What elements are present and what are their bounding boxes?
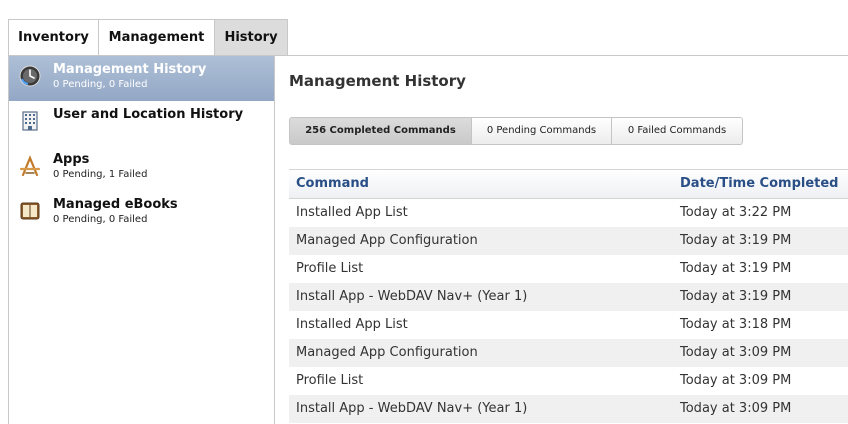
page-title: Management History [289, 72, 466, 90]
sidebar-item-apps[interactable]: Apps 0 Pending, 1 Failed [9, 146, 274, 191]
command-cell: Installed App List [296, 317, 408, 332]
datetime-cell: Today at 3:09 PM [680, 373, 792, 388]
table-row[interactable]: Installed App List Today at 3:22 PM [289, 199, 848, 227]
command-cell: Managed App Configuration [296, 233, 478, 248]
table-row[interactable]: Installed App List Today at 3:18 PM [289, 311, 848, 339]
command-cell: Profile List [296, 261, 364, 276]
sidebar-item-managed-ebooks[interactable]: Managed eBooks 0 Pending, 0 Failed [9, 191, 274, 236]
failed-commands-button[interactable]: 0 Failed Commands [611, 117, 743, 145]
table-row[interactable]: Profile List Today at 3:19 PM [289, 255, 848, 283]
column-header-datetime[interactable]: Date/Time Completed [680, 170, 839, 198]
building-icon [22, 111, 38, 131]
datetime-cell: Today at 3:18 PM [680, 317, 792, 332]
command-cell: Install App - WebDAV Nav+ (Year 1) [296, 401, 528, 416]
pending-commands-button[interactable]: 0 Pending Commands [471, 117, 612, 145]
management-history-icon [19, 65, 41, 87]
book-icon [20, 202, 40, 220]
datetime-cell: Today at 3:19 PM [680, 289, 792, 304]
tab-inventory[interactable]: Inventory [8, 19, 99, 55]
sidebar-item-subtitle: 0 Pending, 0 Failed [53, 214, 148, 225]
table-row[interactable]: Managed App Configuration Today at 3:19 … [289, 227, 848, 255]
sidebar-item-subtitle: 0 Pending, 0 Failed [53, 79, 148, 90]
commands-table: Command Date/Time Completed Installed Ap… [289, 169, 848, 423]
command-cell: Installed App List [296, 205, 408, 220]
sidebar-item-title: Apps [53, 152, 90, 167]
sidebar-item-subtitle: 0 Pending, 1 Failed [53, 169, 148, 180]
sidebar: Management History 0 Pending, 0 Failed U… [8, 55, 275, 424]
sidebar-item-management-history[interactable]: Management History 0 Pending, 0 Failed [9, 56, 274, 101]
sidebar-item-title: Managed eBooks [53, 197, 178, 212]
command-cell: Managed App Configuration [296, 345, 478, 360]
app-store-icon [19, 155, 41, 177]
tab-management[interactable]: Management [98, 19, 215, 55]
table-row[interactable]: Install App - WebDAV Nav+ (Year 1) Today… [289, 283, 848, 311]
table-row[interactable]: Install App - WebDAV Nav+ (Year 1) Today… [289, 395, 848, 423]
column-header-command[interactable]: Command [296, 170, 369, 198]
command-cell: Profile List [296, 373, 364, 388]
table-row[interactable]: Managed App Configuration Today at 3:09 … [289, 339, 848, 367]
datetime-cell: Today at 3:09 PM [680, 401, 792, 416]
sidebar-item-user-location-history[interactable]: User and Location History [9, 101, 274, 146]
datetime-cell: Today at 3:19 PM [680, 233, 792, 248]
datetime-cell: Today at 3:22 PM [680, 205, 792, 220]
datetime-cell: Today at 3:19 PM [680, 261, 792, 276]
command-cell: Install App - WebDAV Nav+ (Year 1) [296, 289, 528, 304]
tab-history[interactable]: History [214, 19, 288, 55]
datetime-cell: Today at 3:09 PM [680, 345, 792, 360]
completed-commands-button[interactable]: 256 Completed Commands [289, 117, 472, 145]
sidebar-item-title: User and Location History [53, 107, 244, 122]
table-row[interactable]: Profile List Today at 3:09 PM [289, 367, 848, 395]
table-header: Command Date/Time Completed [289, 170, 848, 199]
sidebar-item-title: Management History [53, 62, 207, 77]
tab-bar: Inventory Management History [8, 19, 848, 56]
